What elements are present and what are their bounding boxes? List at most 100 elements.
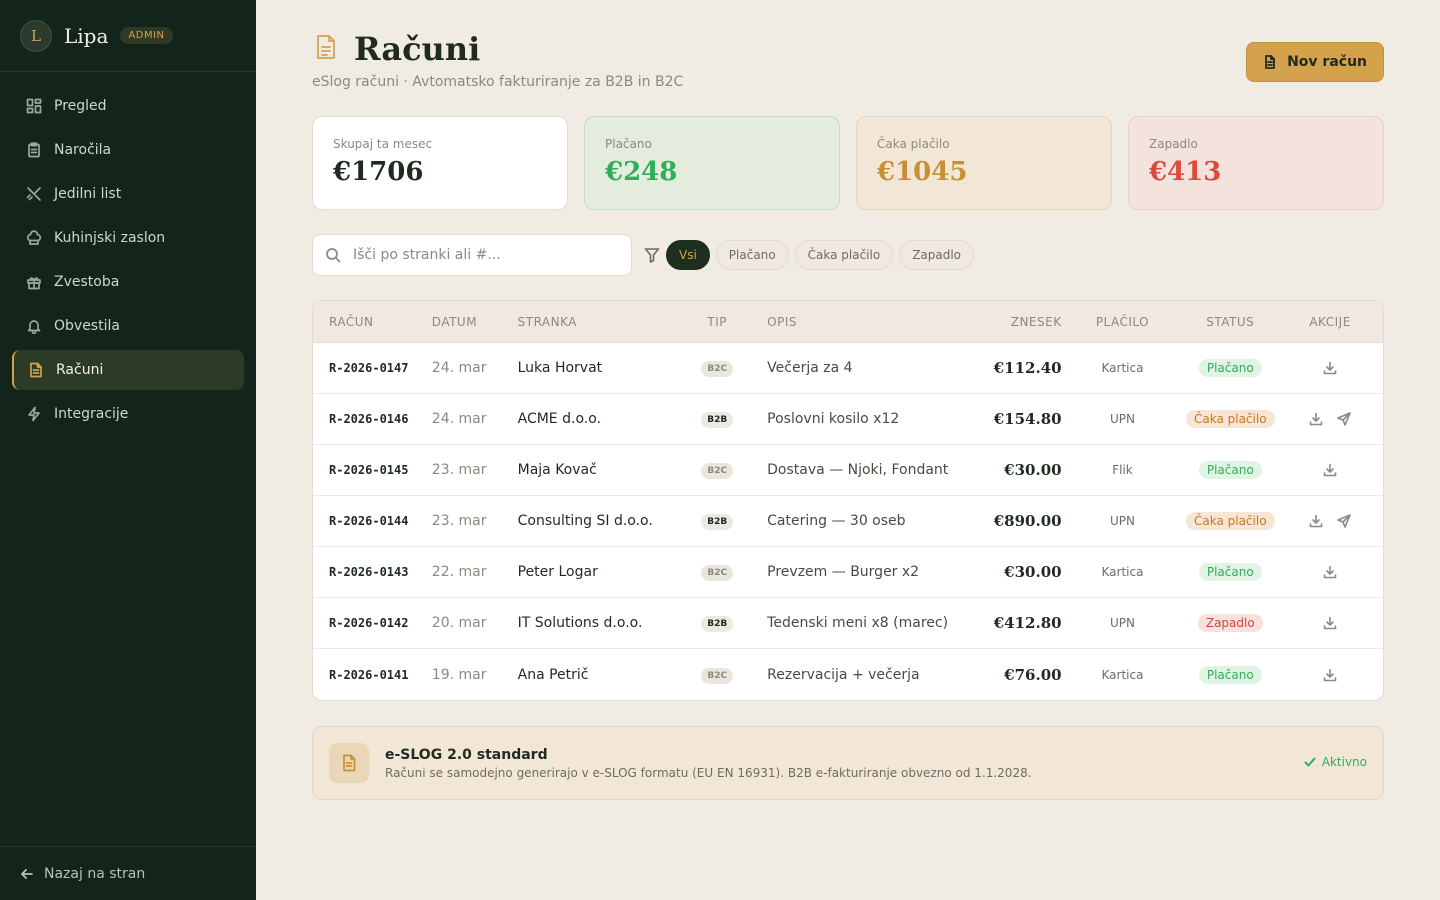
- download-icon[interactable]: [1323, 361, 1337, 375]
- table-row[interactable]: R-2026-0145 23. mar Maja Kovač B2C Dosta…: [313, 445, 1383, 496]
- download-icon[interactable]: [1323, 668, 1337, 682]
- status-badge: Plačano: [1198, 359, 1262, 377]
- role-badge: ADMIN: [120, 27, 173, 44]
- invoice-date: 23. mar: [431, 462, 487, 478]
- status-badge: Plačano: [1198, 461, 1262, 479]
- table-row[interactable]: R-2026-0143 22. mar Peter Logar B2C Prev…: [313, 547, 1383, 598]
- invoice-client: Maja Kovač: [517, 462, 597, 478]
- invoice-date: 24. mar: [431, 360, 487, 376]
- invoice-client: IT Solutions d.o.o.: [517, 615, 643, 631]
- stat-label: Zapadlo: [1149, 137, 1198, 151]
- invoice-icon: [1265, 55, 1275, 69]
- sidebar-item-obvestila[interactable]: Obvestila: [12, 306, 244, 346]
- column-header-payment[interactable]: PLAČILO: [1062, 315, 1184, 329]
- status-cell: Čaka plačilo: [1183, 410, 1277, 428]
- sidebar-item-zvestoba[interactable]: Zvestoba: [12, 262, 244, 302]
- sidebar-item-label: Pregled: [54, 98, 107, 114]
- column-header-invoice[interactable]: RAČUN: [313, 315, 432, 329]
- type-cell: B2B: [677, 614, 757, 632]
- download-icon[interactable]: [1323, 463, 1337, 477]
- filter-chip-overdue[interactable]: Zapadlo: [899, 240, 975, 270]
- status-badge: Čaka plačilo: [1185, 410, 1275, 428]
- brand-name[interactable]: Lipa: [64, 24, 108, 48]
- column-header-description[interactable]: OPIS: [757, 315, 957, 329]
- table-row[interactable]: R-2026-0142 20. mar IT Solutions d.o.o. …: [313, 598, 1383, 649]
- invoice-date: 20. mar: [431, 615, 487, 631]
- invoice-amount: €154.80: [993, 410, 1062, 428]
- filter-chip-paid[interactable]: Plačano: [715, 240, 789, 270]
- type-badge: B2C: [701, 361, 734, 377]
- stats-row: Skupaj ta mesec €1706 Plačano €248 Čaka …: [312, 116, 1384, 210]
- download-icon[interactable]: [1323, 565, 1337, 579]
- download-icon[interactable]: [1323, 616, 1337, 630]
- column-header-amount[interactable]: ZNESEK: [957, 315, 1062, 329]
- sidebar-item-label: Integracije: [54, 406, 129, 422]
- status-cell: Zapadlo: [1183, 614, 1277, 632]
- page-title: Računi: [354, 30, 481, 68]
- sidebar-item-pregled[interactable]: Pregled: [12, 86, 244, 126]
- stat-label: Plačano: [605, 137, 652, 151]
- status-cell: Plačano: [1183, 563, 1277, 581]
- invoice-amount: €412.80: [993, 614, 1062, 632]
- table-row[interactable]: R-2026-0144 23. mar Consulting SI d.o.o.…: [313, 496, 1383, 547]
- invoice-description: Tedenski meni x8 (marec): [767, 615, 949, 631]
- sidebar-item-narocila[interactable]: Naročila: [12, 130, 244, 170]
- table-row[interactable]: R-2026-0141 19. mar Ana Petrič B2C Rezer…: [313, 649, 1383, 700]
- stat-value: €1706: [333, 157, 424, 187]
- send-icon[interactable]: [1337, 412, 1351, 426]
- invoice-amount: €30.00: [1004, 563, 1062, 581]
- eslog-banner: e-SLOG 2.0 standard Računi se samodejno …: [312, 726, 1384, 800]
- download-icon[interactable]: [1309, 514, 1323, 528]
- sidebar-item-label: Zvestoba: [54, 274, 120, 290]
- stat-value: €413: [1149, 157, 1222, 187]
- filter-chip-all[interactable]: Vsi: [666, 240, 710, 270]
- invoice-payment: Kartica: [1101, 565, 1144, 579]
- stat-card-pending: Čaka plačilo €1045: [856, 116, 1112, 210]
- filter-chip-pending[interactable]: Čaka plačilo: [794, 240, 894, 270]
- sidebar-item-integracije[interactable]: Integracije: [12, 394, 244, 434]
- filter-icon[interactable]: [644, 247, 660, 263]
- invoice-client: Ana Petrič: [517, 666, 589, 683]
- new-invoice-button[interactable]: Nov račun: [1246, 42, 1384, 82]
- invoice-amount: €112.40: [993, 359, 1062, 377]
- invoice-description: Dostava — Njoki, Fondant: [767, 462, 949, 478]
- invoice-date: 23. mar: [431, 513, 487, 529]
- invoice-number: R-2026-0143: [329, 565, 409, 579]
- new-invoice-label: Nov račun: [1287, 54, 1367, 70]
- send-icon[interactable]: [1337, 514, 1351, 528]
- search-input[interactable]: [353, 247, 603, 263]
- sidebar-item-racuni[interactable]: Računi: [12, 350, 244, 390]
- column-header-date[interactable]: DATUM: [432, 315, 518, 329]
- type-badge: B2C: [701, 667, 734, 684]
- column-header-client[interactable]: STRANKA: [518, 315, 678, 329]
- table-row[interactable]: R-2026-0147 24. mar Luka Horvat B2C Veče…: [313, 343, 1383, 394]
- title-row: Računi: [312, 30, 480, 68]
- sidebar-item-label: Obvestila: [54, 318, 120, 334]
- stat-label: Čaka plačilo: [877, 137, 950, 151]
- sidebar-item-jedilni-list[interactable]: Jedilni list: [12, 174, 244, 214]
- sidebar-item-label: Kuhinjski zaslon: [54, 230, 166, 246]
- sidebar-nav: Pregled Naročila Jedilni list Kuhinjski …: [0, 72, 256, 434]
- invoice-client: Luka Horvat: [517, 360, 603, 376]
- sidebar-item-label: Računi: [56, 362, 104, 378]
- bell-icon: [27, 320, 41, 334]
- type-badge: B2B: [701, 514, 734, 530]
- utensils-icon: [26, 187, 41, 201]
- brand: L Lipa ADMIN: [0, 0, 256, 72]
- table-row[interactable]: R-2026-0146 24. mar ACME d.o.o. B2B Posl…: [313, 394, 1383, 445]
- brand-logo[interactable]: L: [20, 19, 52, 52]
- column-header-status[interactable]: STATUS: [1183, 315, 1277, 329]
- invoice-payment: Kartica: [1101, 667, 1144, 682]
- sidebar-item-kuhinjski-zaslon[interactable]: Kuhinjski zaslon: [12, 218, 244, 258]
- invoice-number: R-2026-0142: [329, 616, 409, 630]
- column-header-type[interactable]: TIP: [677, 315, 757, 329]
- invoice-number: R-2026-0141: [329, 667, 409, 682]
- invoice-amount: €76.00: [1004, 665, 1062, 684]
- download-icon[interactable]: [1309, 412, 1323, 426]
- type-badge: B2C: [701, 463, 734, 479]
- status-cell: Čaka plačilo: [1183, 512, 1277, 530]
- actions-cell: [1277, 616, 1383, 630]
- back-to-site-link[interactable]: Nazaj na stran: [0, 846, 256, 900]
- invoice-description: Prevzem — Burger x2: [767, 564, 920, 580]
- type-badge: B2C: [701, 565, 734, 581]
